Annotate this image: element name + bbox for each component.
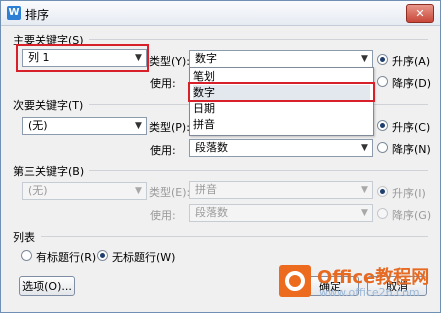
list-label: 列表 — [13, 231, 35, 244]
chevron-down-icon: ▼ — [361, 185, 368, 195]
tertiary-type-label: 类型(E): — [149, 186, 191, 199]
watermark-url: www.office26.com — [319, 286, 420, 299]
tertiary-key-label: 第三关键字(B) — [13, 165, 85, 178]
secondary-asc-label: 升序(C) — [392, 121, 431, 134]
primary-desc-radio[interactable] — [377, 76, 388, 87]
chevron-down-icon: ▼ — [361, 54, 368, 64]
options-button[interactable]: 选项(O)... — [19, 276, 75, 296]
no-header-radio[interactable] — [97, 250, 108, 261]
tertiary-desc-radio[interactable] — [377, 208, 388, 219]
with-header-label: 有标题行(R) — [36, 251, 97, 264]
title-bar: W 排序 ✕ — [1, 1, 440, 26]
tertiary-key-value: (无) — [28, 184, 48, 197]
office-logo-icon — [279, 265, 311, 297]
primary-type-label: 类型(Y): — [149, 55, 191, 68]
tertiary-use-value: 段落数 — [195, 206, 228, 219]
secondary-type-label: 类型(P): — [149, 121, 190, 134]
tertiary-asc-radio[interactable] — [377, 186, 388, 197]
secondary-use-label: 使用: — [150, 144, 176, 157]
secondary-key-select[interactable]: (无) ▼ — [22, 117, 147, 135]
chevron-down-icon: ▼ — [135, 186, 142, 196]
secondary-asc-radio[interactable] — [377, 120, 388, 131]
secondary-desc-label: 降序(N) — [392, 143, 431, 156]
tertiary-type-select[interactable]: 拼音 ▼ — [189, 181, 373, 199]
close-button[interactable]: ✕ — [406, 4, 434, 23]
secondary-desc-radio[interactable] — [377, 142, 388, 153]
dialog-title: 排序 — [25, 8, 50, 22]
dropdown-option[interactable]: 日期 — [193, 101, 215, 117]
tertiary-type-value: 拼音 — [195, 183, 217, 196]
secondary-key-value: (无) — [28, 119, 48, 132]
close-icon: ✕ — [415, 7, 425, 20]
primary-type-select[interactable]: 数字 ▼ — [189, 50, 373, 68]
primary-divider — [89, 39, 428, 40]
secondary-use-value: 段落数 — [195, 141, 228, 154]
dropdown-option[interactable]: 拼音 — [193, 117, 215, 133]
tertiary-use-label: 使用: — [150, 209, 176, 222]
app-icon: W — [7, 6, 21, 20]
secondary-use-select[interactable]: 段落数 ▼ — [189, 139, 373, 157]
primary-use-label: 使用: — [150, 77, 176, 90]
tertiary-desc-label: 降序(G) — [392, 209, 432, 222]
primary-type-value: 数字 — [195, 52, 217, 65]
tertiary-key-select[interactable]: (无) ▼ — [22, 182, 147, 200]
watermark: Office教程网 www.office26.com — [279, 265, 429, 305]
selected-option-highlight — [188, 82, 375, 102]
tertiary-asc-label: 升序(I) — [392, 187, 426, 200]
tertiary-divider — [89, 170, 428, 171]
primary-desc-label: 降序(D) — [392, 77, 432, 90]
chevron-down-icon: ▼ — [135, 121, 142, 131]
primary-key-highlight — [16, 44, 149, 72]
sort-dialog: W 排序 ✕ 主要关键字(S) 列 1 ▼ 类型(Y): 数字 ▼ 使用: 升序… — [0, 0, 441, 313]
list-divider — [41, 236, 428, 237]
with-header-radio[interactable] — [21, 250, 32, 261]
chevron-down-icon: ▼ — [361, 143, 368, 153]
no-header-label: 无标题行(W) — [112, 251, 176, 264]
primary-asc-radio[interactable] — [377, 54, 388, 65]
tertiary-use-select[interactable]: 段落数 ▼ — [189, 204, 373, 222]
primary-asc-label: 升序(A) — [392, 55, 431, 68]
secondary-key-label: 次要关键字(T) — [13, 99, 84, 112]
chevron-down-icon: ▼ — [361, 208, 368, 218]
